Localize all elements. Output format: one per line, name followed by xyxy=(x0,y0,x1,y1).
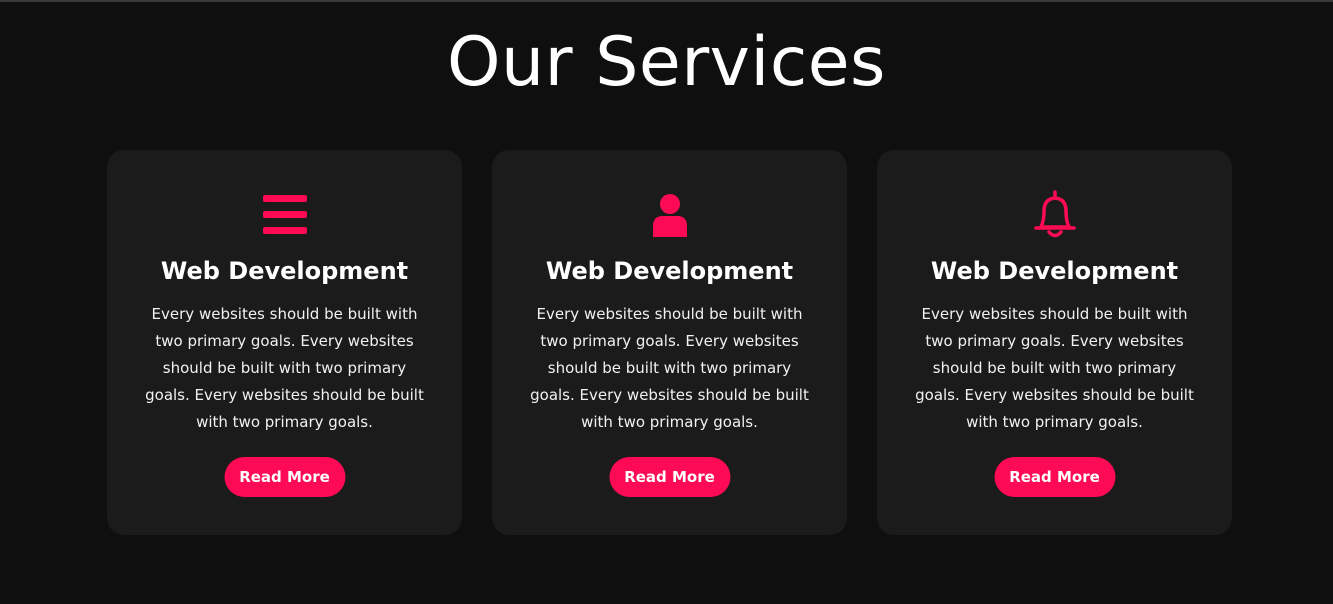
card-description: Every websites should be built with two … xyxy=(915,305,1194,431)
card-title: Web Development xyxy=(160,257,409,285)
menu-bars-icon xyxy=(260,190,310,240)
service-card: Web Development Every websites should be… xyxy=(492,150,847,535)
card-description: Every websites should be built with two … xyxy=(145,305,424,431)
service-card: Web Development Every websites should be… xyxy=(107,150,462,535)
bell-icon xyxy=(1030,190,1080,240)
service-card: Web Development Every websites should be… xyxy=(877,150,1232,535)
top-border xyxy=(0,0,1333,2)
card-title: Web Development xyxy=(930,257,1179,285)
card-title: Web Development xyxy=(545,257,794,285)
read-more-button[interactable]: Read More xyxy=(224,457,345,497)
services-grid: Web Development Every websites should be… xyxy=(107,150,1232,535)
user-icon xyxy=(645,190,695,240)
read-more-button[interactable]: Read More xyxy=(609,457,730,497)
read-more-button[interactable]: Read More xyxy=(994,457,1115,497)
card-description: Every websites should be built with two … xyxy=(530,305,809,431)
section-title: Our Services xyxy=(447,23,886,102)
